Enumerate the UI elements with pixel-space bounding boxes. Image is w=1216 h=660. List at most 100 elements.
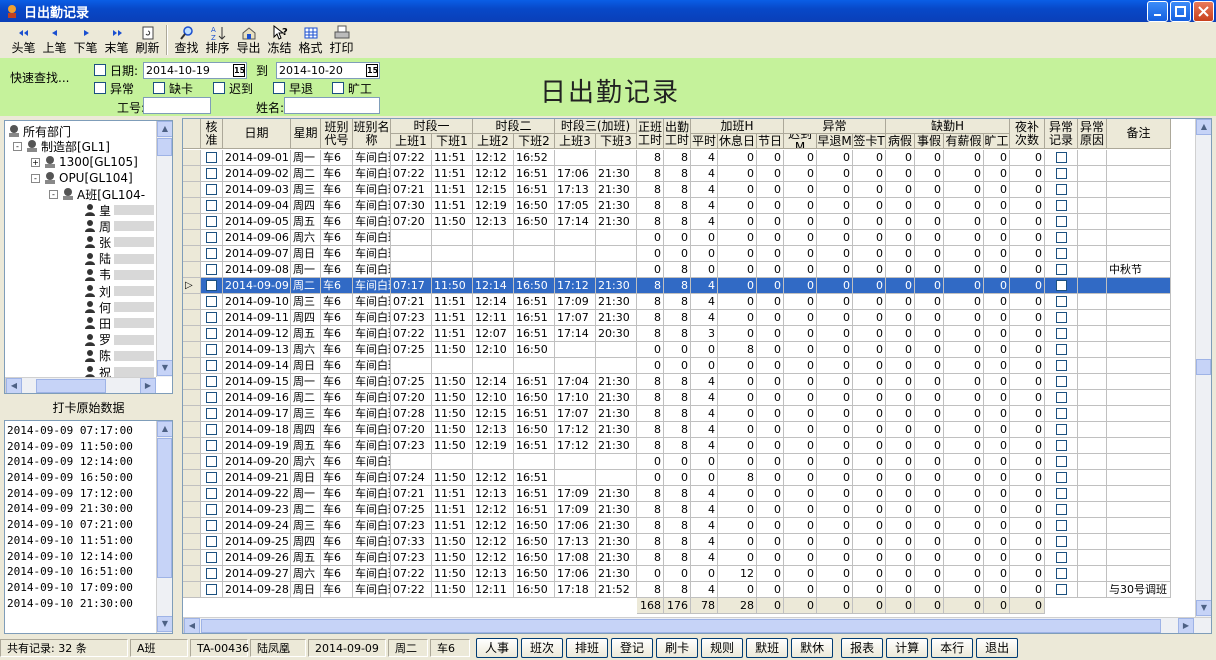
refresh-button[interactable]: 刷新 — [132, 25, 163, 55]
scroll-left-arrow[interactable]: ◀ — [184, 618, 200, 633]
early-checkbox[interactable] — [273, 82, 285, 94]
abnormal-record-checkbox[interactable] — [1055, 359, 1067, 371]
cell-abn_reason[interactable] — [1078, 438, 1107, 454]
abnormal-record-cell[interactable] — [1045, 214, 1078, 230]
abnormal-record-checkbox[interactable] — [1055, 535, 1067, 547]
cell-abn_reason[interactable] — [1078, 374, 1107, 390]
row-indicator[interactable] — [183, 390, 201, 406]
approved-checkbox[interactable] — [206, 519, 217, 531]
approved-checkbox[interactable] — [206, 311, 217, 323]
table-row[interactable]: 2014-09-23周二车6车间白班07:2511:5112:1216:5117… — [183, 502, 1195, 518]
grid-header-on2[interactable]: 上班2 — [473, 134, 514, 149]
cell-remark[interactable] — [1107, 326, 1171, 342]
cell-abn_reason[interactable] — [1078, 246, 1107, 262]
approved-cell[interactable] — [201, 390, 223, 406]
grid-header-personal[interactable]: 事假 — [915, 134, 944, 149]
grid-header-late[interactable]: 迟到M — [784, 134, 817, 149]
approved-checkbox[interactable] — [206, 391, 217, 403]
cell-abn_reason[interactable] — [1078, 550, 1107, 566]
table-row[interactable]: 2014-09-27周六车6车间白班07:2211:5012:1316:5017… — [183, 566, 1195, 582]
sort-button[interactable]: A Z 排序 — [202, 25, 233, 55]
cell-remark[interactable] — [1107, 470, 1171, 486]
approved-cell[interactable] — [201, 166, 223, 182]
approved-cell[interactable] — [201, 518, 223, 534]
cell-abn_reason[interactable] — [1078, 454, 1107, 470]
tree-vertical-scrollbar[interactable]: ▲ ▼ — [156, 121, 172, 377]
tree-node-opu[interactable]: OPU[GL104] — [43, 170, 133, 186]
tree-node-person[interactable]: 陆 — [83, 251, 155, 267]
approved-cell[interactable] — [201, 182, 223, 198]
cell-abn_reason[interactable] — [1078, 534, 1107, 550]
approved-cell[interactable] — [201, 150, 223, 166]
table-row[interactable]: 2014-09-14周日车6车间白班0000000000000 — [183, 358, 1195, 374]
abnormal-record-checkbox[interactable] — [1055, 199, 1067, 211]
last-record-button[interactable]: 末笔 — [101, 25, 132, 55]
attendance-grid[interactable]: 核准 日期 星期 班别代号 班别名称 时段一 上班1 下班1 时段二 上班2 下班2 时段三(加班) 上… — [182, 118, 1212, 634]
table-row[interactable]: 2014-09-02周二车6车间白班07:2211:5112:1216:5117… — [183, 166, 1195, 182]
status-button-3[interactable]: 登记 — [611, 638, 654, 658]
grid-header-remark[interactable]: 备注 — [1107, 119, 1171, 149]
grid-header-p1[interactable]: 时段一 — [391, 119, 473, 134]
cell-remark[interactable] — [1107, 406, 1171, 422]
status-button-1[interactable]: 班次 — [521, 638, 564, 658]
abnormal-record-checkbox[interactable] — [1055, 279, 1067, 291]
grid-header-early[interactable]: 早退M — [817, 134, 853, 149]
grid-header-p2[interactable]: 时段二 — [473, 119, 555, 134]
raw-punch-item[interactable]: 2014-09-10 21:30:00 — [5, 596, 155, 612]
missing-card-checkbox[interactable] — [153, 82, 165, 94]
approved-cell[interactable] — [201, 198, 223, 214]
status-button-7[interactable]: 默休 — [791, 638, 834, 658]
tree-node-manufacturing[interactable]: 制造部[GL1] — [25, 138, 110, 154]
cell-abn_reason[interactable] — [1078, 422, 1107, 438]
approved-cell[interactable] — [201, 566, 223, 582]
status-button-4[interactable]: 刷卡 — [656, 638, 699, 658]
scroll-thumb[interactable] — [157, 138, 172, 156]
status-button-6[interactable]: 默班 — [746, 638, 789, 658]
scroll-down-arrow[interactable]: ▼ — [157, 360, 172, 376]
abnormal-record-checkbox[interactable] — [1055, 247, 1067, 259]
row-indicator[interactable] — [183, 438, 201, 454]
approved-cell[interactable] — [201, 262, 223, 278]
approved-checkbox[interactable] — [206, 215, 217, 227]
abnormal-record-checkbox[interactable] — [1055, 151, 1067, 163]
cell-abn_reason[interactable] — [1078, 182, 1107, 198]
grid-header-attend[interactable]: 出勤工时 — [664, 119, 691, 149]
cell-remark[interactable] — [1107, 198, 1171, 214]
tree-node-person[interactable]: 刘 — [83, 283, 155, 299]
abnormal-record-cell[interactable] — [1045, 374, 1078, 390]
abnormal-record-cell[interactable] — [1045, 182, 1078, 198]
late-checkbox[interactable] — [213, 82, 225, 94]
approved-checkbox[interactable] — [206, 151, 217, 163]
row-indicator[interactable] — [183, 422, 201, 438]
row-indicator[interactable] — [183, 326, 201, 342]
approved-checkbox[interactable] — [206, 167, 217, 179]
row-indicator[interactable] — [183, 150, 201, 166]
cell-remark[interactable]: 与30号调班 — [1107, 582, 1171, 598]
grid-header-p3[interactable]: 时段三(加班) — [555, 119, 637, 134]
grid-header-sick[interactable]: 病假 — [886, 134, 915, 149]
approved-cell[interactable] — [201, 550, 223, 566]
approved-cell[interactable] — [201, 214, 223, 230]
grid-header-ot_normal[interactable]: 平时 — [691, 134, 718, 149]
table-row[interactable]: 2014-09-08周一车6车间白班0800000000000中秋节 — [183, 262, 1195, 278]
date-from-picker[interactable]: 2014-10-19 15 — [143, 62, 247, 79]
approved-checkbox[interactable] — [206, 343, 217, 355]
freeze-button[interactable]: ? 冻结 — [264, 25, 295, 55]
approved-checkbox[interactable] — [206, 279, 217, 291]
approved-checkbox[interactable] — [206, 487, 217, 499]
cell-abn_reason[interactable] — [1078, 582, 1107, 598]
raw-punch-item[interactable]: 2014-09-10 12:14:00 — [5, 549, 155, 565]
status-button-2[interactable]: 排班 — [566, 638, 609, 658]
row-indicator[interactable] — [183, 246, 201, 262]
raw-punch-item[interactable]: 2014-09-09 17:12:00 — [5, 486, 155, 502]
tree-node-person[interactable]: 陈 — [83, 348, 155, 364]
first-record-button[interactable]: 头笔 — [8, 25, 39, 55]
tree-node-person[interactable]: 韦 — [83, 267, 155, 283]
raw-punch-item[interactable]: 2014-09-09 07:17:00 — [5, 423, 155, 439]
abnormal-record-cell[interactable] — [1045, 294, 1078, 310]
row-indicator[interactable] — [183, 198, 201, 214]
row-indicator[interactable] — [183, 182, 201, 198]
grid-header-abn_rec[interactable]: 异常记录 — [1045, 119, 1078, 149]
tree-node-person[interactable]: 罗 — [83, 332, 155, 348]
raw-punch-item[interactable]: 2014-09-09 11:50:00 — [5, 439, 155, 455]
